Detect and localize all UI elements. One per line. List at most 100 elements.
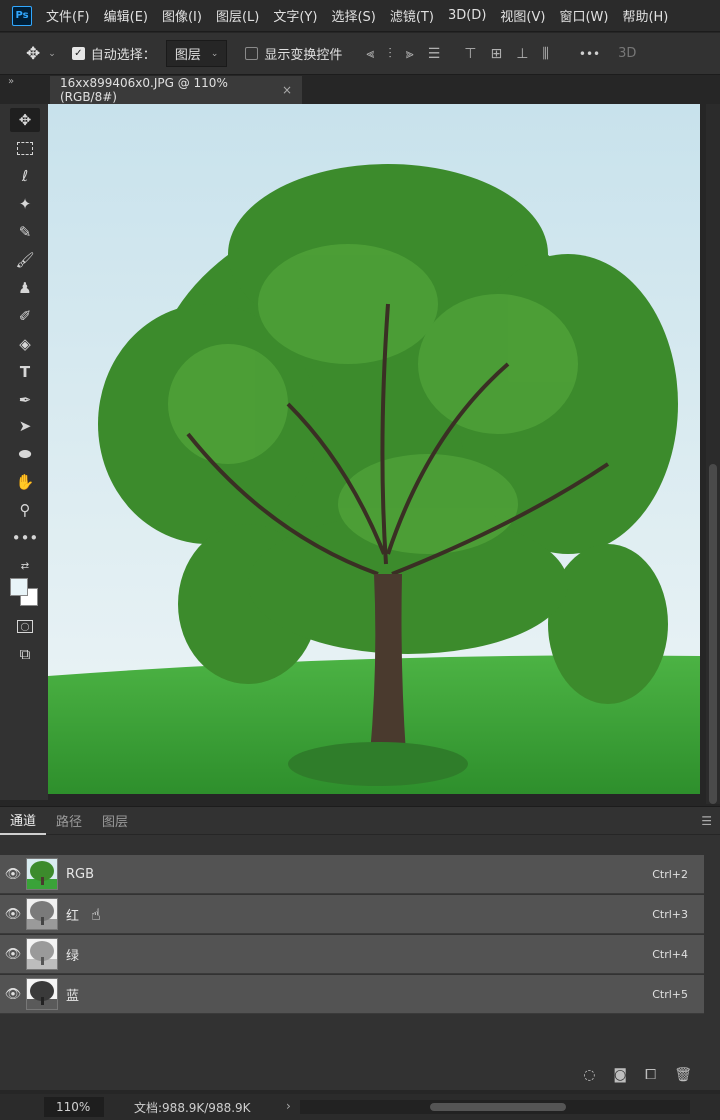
horizontal-scrollbar[interactable] bbox=[300, 1100, 690, 1114]
more-tools-icon[interactable]: ••• bbox=[10, 526, 40, 550]
menu-3d[interactable]: 3D(D) bbox=[448, 8, 486, 23]
panel-tabs: 通道 路径 图层 ☰ bbox=[0, 807, 720, 835]
channel-name: 红 bbox=[66, 908, 80, 924]
pen-tool-icon[interactable]: ✒ bbox=[10, 388, 40, 412]
fill-tool-icon[interactable]: ◈ bbox=[10, 332, 40, 356]
vertical-scrollbar[interactable] bbox=[706, 104, 720, 804]
photoshop-logo-icon: Ps bbox=[12, 5, 32, 26]
brush-tool-icon[interactable]: 🖌 bbox=[10, 248, 40, 272]
distribute-vertical-icon[interactable]: ⫼ bbox=[542, 46, 548, 62]
options-bar: ✥ ⌄ ✓ 自动选择： 图层 ⌄ 显示变换控件 ⫷ ⫶ ⫸ ☰ ⊤ ⊞ ⊥ ⫼ … bbox=[0, 33, 720, 75]
menu-bar: Ps 文件(F) 编辑(E) 图像(I) 图层(L) 文字(Y) 选择(S) 滤… bbox=[0, 0, 720, 32]
auto-select-checkbox[interactable]: ✓ bbox=[71, 47, 85, 60]
3d-mode-label[interactable]: 3D bbox=[618, 46, 636, 61]
channel-thumbnail bbox=[26, 938, 58, 970]
align-middle-icon[interactable]: ⊞ bbox=[490, 46, 502, 62]
document-image[interactable] bbox=[48, 104, 700, 794]
tab-paths[interactable]: 路径 bbox=[46, 807, 92, 835]
menu-filter[interactable]: 滤镜(T) bbox=[390, 6, 434, 25]
chevron-down-icon[interactable]: ⌄ bbox=[48, 49, 56, 59]
chevron-down-icon: ⌄ bbox=[210, 48, 219, 59]
panel-menu-icon[interactable]: ☰ bbox=[701, 814, 712, 828]
menu-view[interactable]: 视图(V) bbox=[500, 6, 545, 25]
status-bar: 110% 文档:988.9K/988.9K › bbox=[0, 1094, 720, 1120]
align-center-icon[interactable]: ⫶ bbox=[388, 46, 392, 62]
align-top-icon[interactable]: ⊤ bbox=[464, 46, 476, 62]
zoom-tool-icon[interactable]: ⚲ bbox=[10, 498, 40, 522]
channel-row-rgb[interactable]: 👁 RGB Ctrl+2 bbox=[0, 855, 704, 894]
menu-image[interactable]: 图像(I) bbox=[162, 6, 202, 25]
menu-edit[interactable]: 编辑(E) bbox=[104, 6, 148, 25]
new-channel-icon[interactable]: ⧠ bbox=[645, 1067, 656, 1083]
channel-row-red[interactable]: 👁 红 ☝ Ctrl+3 bbox=[0, 895, 704, 934]
load-selection-icon[interactable]: ◌ bbox=[583, 1067, 595, 1083]
menu-help[interactable]: 帮助(H) bbox=[622, 6, 668, 25]
status-menu-arrow[interactable]: › bbox=[286, 1099, 291, 1113]
tree-trunk bbox=[370, 574, 406, 754]
align-bottom-icon[interactable]: ⊥ bbox=[516, 46, 528, 62]
swap-colors-icon[interactable]: ⇄ bbox=[10, 554, 40, 578]
scrollbar-thumb[interactable] bbox=[430, 1103, 566, 1111]
panel-footer: ◌ ◙ ⧠ 🗑 bbox=[0, 1059, 720, 1091]
document-tab-title: 16xx899406x0.JPG @ 110%(RGB/8#) bbox=[60, 76, 228, 104]
show-transform-checkbox[interactable] bbox=[245, 47, 259, 60]
foreground-color-swatch[interactable] bbox=[10, 578, 28, 596]
tab-channels[interactable]: 通道 bbox=[0, 807, 47, 835]
channels-panel: 通道 路径 图层 ☰ 👁 RGB Ctrl+2 👁 红 ☝ Ctrl+3 👁 绿… bbox=[0, 806, 720, 1090]
document-tab[interactable]: 16xx899406x0.JPG @ 110%(RGB/8#) × bbox=[50, 76, 302, 104]
eye-icon[interactable]: 👁 bbox=[0, 987, 26, 1002]
channel-shortcut: Ctrl+3 bbox=[652, 907, 688, 921]
auto-select-option[interactable]: ✓ 自动选择： bbox=[71, 44, 156, 63]
channel-thumbnail bbox=[26, 978, 58, 1010]
channel-shortcut: Ctrl+5 bbox=[652, 987, 688, 1001]
path-select-tool-icon[interactable]: ➤ bbox=[10, 414, 40, 438]
hand-tool-icon[interactable]: ✋ bbox=[10, 470, 40, 494]
tab-layers[interactable]: 图层 bbox=[92, 807, 138, 835]
more-options-button[interactable]: ••• bbox=[579, 47, 600, 61]
channel-row-blue[interactable]: 👁 蓝 Ctrl+5 bbox=[0, 975, 704, 1014]
dropdown-value: 图层 bbox=[174, 48, 201, 63]
save-selection-icon[interactable]: ◙ bbox=[613, 1067, 627, 1083]
auto-select-target-dropdown[interactable]: 图层 ⌄ bbox=[165, 40, 228, 67]
menu-select[interactable]: 选择(S) bbox=[331, 6, 375, 25]
channel-name: 绿 bbox=[66, 948, 80, 964]
magic-wand-tool-icon[interactable]: ✦ bbox=[10, 192, 40, 216]
eye-icon[interactable]: 👁 bbox=[0, 907, 26, 922]
history-brush-tool-icon[interactable]: ✐ bbox=[10, 304, 40, 328]
document-size: 文档:988.9K/988.9K bbox=[134, 1100, 251, 1115]
align-left-icon[interactable]: ⫷ bbox=[366, 46, 374, 62]
align-right-icon[interactable]: ⫸ bbox=[406, 46, 414, 62]
menu-type[interactable]: 文字(Y) bbox=[273, 6, 317, 25]
channel-name: RGB bbox=[66, 866, 95, 882]
tools-panel: ✥ ℓ ✦ ✎ 🖌 ♟ ✐ ◈ T ✒ ➤ ⬬ ✋ ⚲ ••• ⇄ ◯ ⧉ bbox=[0, 104, 48, 800]
scrollbar-thumb[interactable] bbox=[709, 464, 717, 804]
channel-thumbnail bbox=[26, 898, 58, 930]
eyedropper-tool-icon[interactable]: ✎ bbox=[10, 220, 40, 244]
grass-tuft bbox=[288, 742, 468, 786]
zoom-field[interactable]: 110% bbox=[44, 1097, 104, 1117]
show-transform-option[interactable]: 显示变换控件 bbox=[245, 44, 342, 63]
show-transform-label: 显示变换控件 bbox=[264, 48, 343, 63]
menu-layer[interactable]: 图层(L) bbox=[216, 6, 259, 25]
eye-icon[interactable]: 👁 bbox=[0, 947, 26, 962]
trash-icon[interactable]: 🗑 bbox=[674, 1067, 692, 1083]
quick-mask-icon[interactable]: ◯ bbox=[10, 614, 40, 638]
move-tool-preset-icon[interactable]: ✥ bbox=[26, 44, 40, 64]
eye-icon[interactable]: 👁 bbox=[0, 867, 26, 882]
type-tool-icon[interactable]: T bbox=[10, 360, 40, 384]
collapse-panel-icon[interactable]: » bbox=[8, 76, 14, 87]
marquee-tool-icon[interactable] bbox=[10, 136, 40, 160]
menu-window[interactable]: 窗口(W) bbox=[559, 6, 608, 25]
close-icon[interactable]: × bbox=[282, 83, 292, 97]
lasso-tool-icon[interactable]: ℓ bbox=[10, 164, 40, 188]
canvas-area[interactable] bbox=[48, 104, 712, 804]
menu-file[interactable]: 文件(F) bbox=[46, 6, 90, 25]
channel-shortcut: Ctrl+2 bbox=[652, 867, 688, 881]
screen-mode-icon[interactable]: ⧉ bbox=[10, 642, 40, 666]
ellipse-tool-icon[interactable]: ⬬ bbox=[10, 442, 40, 466]
distribute-icon[interactable]: ☰ bbox=[428, 46, 441, 62]
move-tool-icon[interactable]: ✥ bbox=[10, 108, 40, 132]
stamp-tool-icon[interactable]: ♟ bbox=[10, 276, 40, 300]
color-swatches[interactable] bbox=[8, 576, 42, 610]
channel-row-green[interactable]: 👁 绿 Ctrl+4 bbox=[0, 935, 704, 974]
